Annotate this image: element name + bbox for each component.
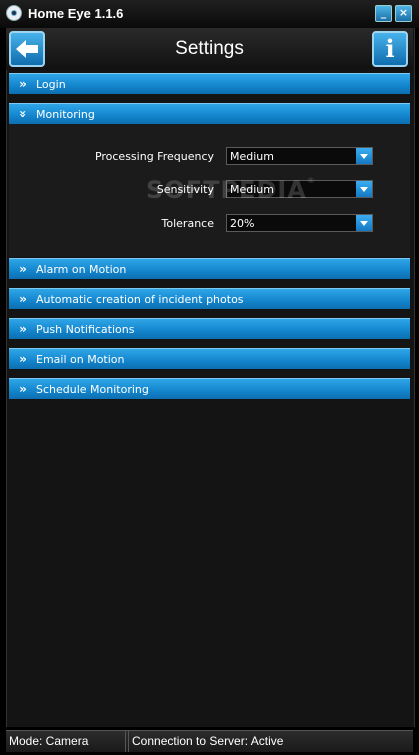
window-titlebar: Home Eye 1.1.6 _ × — [0, 0, 419, 28]
info-button[interactable]: i — [372, 31, 408, 67]
section-email-on-motion[interactable]: » Email on Motion — [9, 348, 410, 369]
chevron-right-icon: » — [19, 352, 27, 366]
section-login-label: Login — [36, 77, 66, 91]
processing-frequency-select[interactable]: Medium — [226, 147, 373, 165]
chevron-right-icon: » — [19, 77, 27, 91]
dropdown-arrow-icon[interactable] — [356, 148, 372, 164]
watermark-text: SOFTPEDIA — [146, 176, 307, 204]
section-schedule-label: Schedule Monitoring — [36, 382, 149, 396]
section-incident-photos[interactable]: » Automatic creation of incident photos — [9, 288, 410, 309]
watermark-registered: ® — [306, 176, 316, 185]
section-schedule-monitoring[interactable]: » Schedule Monitoring — [9, 378, 410, 399]
camera-eye-icon — [6, 5, 22, 21]
section-email-label: Email on Motion — [36, 352, 125, 366]
section-push-notifications[interactable]: » Push Notifications — [9, 318, 410, 339]
processing-frequency-label: Processing Frequency — [94, 150, 214, 163]
section-alarm-label: Alarm on Motion — [36, 262, 127, 276]
tolerance-select[interactable]: 20% — [226, 214, 373, 232]
page-title: Settings — [175, 38, 244, 59]
section-monitoring[interactable]: » Monitoring — [9, 103, 410, 124]
tolerance-label: Tolerance — [161, 217, 214, 230]
chevron-down-icon: » — [16, 110, 30, 118]
chevron-right-icon: » — [19, 292, 27, 306]
status-mode: Mode: Camera — [6, 731, 126, 752]
section-login[interactable]: » Login — [9, 73, 410, 94]
chevron-right-icon: » — [19, 262, 27, 276]
status-bar: Mode: Camera Connection to Server: Activ… — [6, 730, 413, 752]
info-icon: i — [385, 34, 395, 63]
section-push-label: Push Notifications — [36, 322, 135, 336]
softpedia-watermark: SOFTPEDIA® — [146, 176, 316, 204]
dropdown-arrow-icon[interactable] — [356, 215, 372, 231]
chevron-right-icon: » — [19, 322, 27, 336]
minimize-button[interactable]: _ — [375, 5, 392, 22]
section-incident-photos-label: Automatic creation of incident photos — [36, 292, 244, 306]
page-header: Settings i — [6, 28, 413, 70]
chevron-right-icon: » — [19, 382, 27, 396]
tolerance-value: 20% — [230, 217, 255, 230]
processing-frequency-value: Medium — [230, 150, 274, 163]
dropdown-arrow-icon[interactable] — [356, 181, 372, 197]
section-alarm-on-motion[interactable]: » Alarm on Motion — [9, 258, 410, 279]
section-monitoring-label: Monitoring — [36, 107, 95, 121]
window-title: Home Eye 1.1.6 — [28, 6, 124, 21]
status-connection: Connection to Server: Active — [128, 731, 413, 752]
close-button[interactable]: × — [395, 5, 412, 22]
